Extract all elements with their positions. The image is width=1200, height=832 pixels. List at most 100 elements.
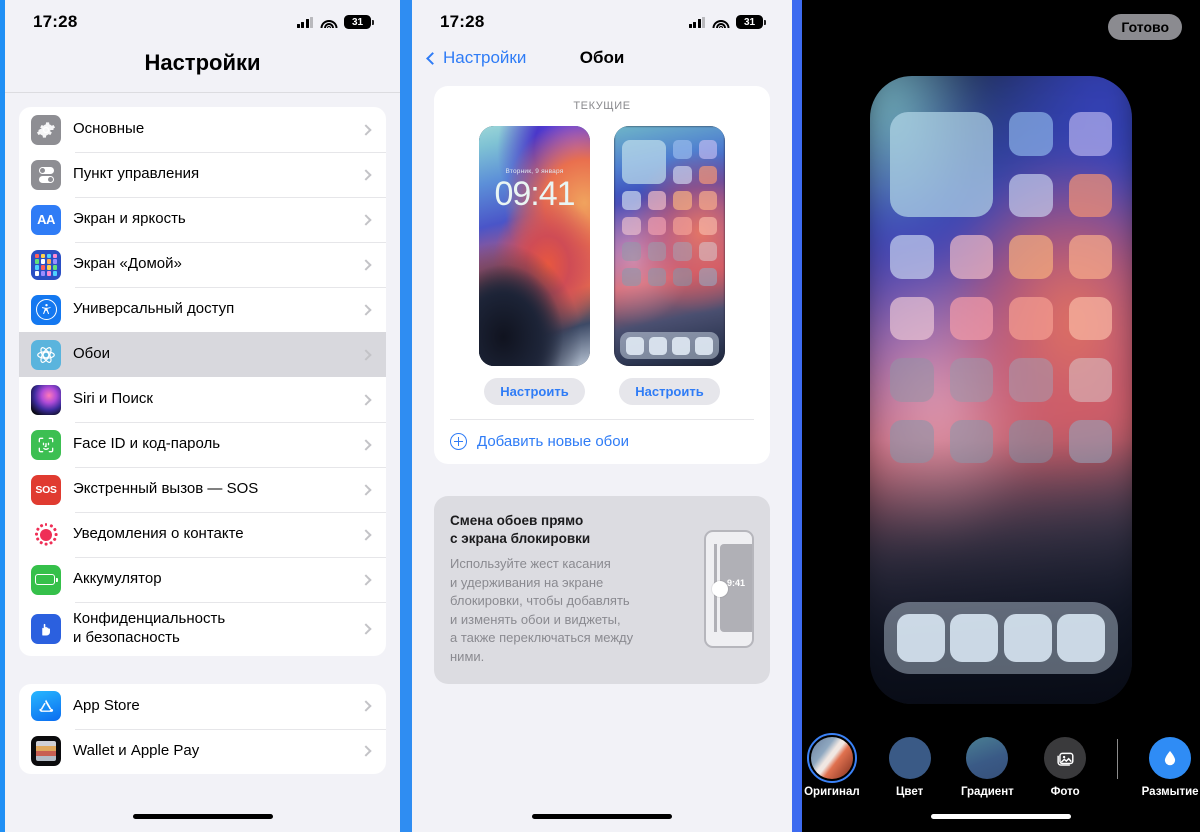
sidebar-item-face-id[interactable]: Face ID и код-пароль	[19, 422, 386, 467]
sidebar-item-general[interactable]: Основные	[19, 107, 386, 152]
sidebar-item-label: Конфиденциальность и безопасность	[73, 610, 226, 646]
contact-notification-icon	[31, 519, 61, 550]
chevron-right-icon	[360, 573, 372, 586]
style-option-label: Фото	[1050, 786, 1080, 798]
gear-icon	[31, 114, 61, 145]
style-option-label: Оригинал	[804, 786, 860, 798]
done-button[interactable]: Готово	[1108, 14, 1182, 40]
tip-text-block: Смена обоев прямо с экрана блокировки Ис…	[450, 512, 694, 666]
settings-group-stores: App Store Wallet и Apple Pay	[19, 683, 386, 774]
home-screen-preview-item: Настроить	[614, 126, 725, 405]
toolbar-separator	[1117, 739, 1119, 779]
sidebar-item-label: Экран и яркость	[73, 210, 186, 228]
status-bar-time: 17:28	[440, 12, 485, 31]
sidebar-item-emergency-sos[interactable]: SOS Экстренный вызов — SOS	[19, 467, 386, 512]
original-swatch-icon	[806, 733, 857, 783]
accessibility-icon	[31, 294, 61, 325]
settings-group-main: Основные Пункт управления AA Экран и ярк…	[19, 107, 386, 656]
plus-circle-icon	[450, 433, 467, 450]
chevron-right-icon	[360, 623, 372, 635]
wallpaper-settings-panel: 17:28 31 Настройки Обои ТЕКУЩИЕ Вторник,…	[412, 0, 792, 832]
lock-screen-date: Вторник, 9 января	[505, 168, 564, 175]
home-screen-dock	[620, 332, 719, 359]
style-option-photo[interactable]: Фото	[1035, 737, 1095, 798]
page-title: Настройки	[144, 50, 261, 75]
chevron-right-icon	[360, 123, 372, 136]
panel-divider-left	[400, 0, 412, 832]
chevron-right-icon	[360, 700, 372, 712]
sidebar-item-siri-search[interactable]: Siri и Поиск	[19, 377, 386, 422]
cellular-signal-icon	[688, 16, 705, 28]
style-option-color[interactable]: Цвет	[880, 737, 940, 798]
sidebar-item-display-brightness[interactable]: AA Экран и яркость	[19, 197, 386, 242]
tip-phone-illustration: 9:41	[704, 530, 754, 649]
sidebar-item-label: Уведомления о контакте	[73, 525, 244, 543]
photos-icon	[1044, 737, 1087, 779]
page-title: Обои	[579, 48, 625, 67]
wallpaper-preview[interactable]	[870, 76, 1132, 704]
cellular-signal-icon	[296, 16, 313, 28]
chevron-right-icon	[360, 393, 372, 406]
status-bar-indicators: 31	[688, 15, 766, 29]
battery-tip-icon	[764, 19, 766, 25]
status-bar-indicators: 31	[296, 15, 374, 29]
screenshot-stage: 17:28 31 Настройки Основные Пункт управл…	[0, 0, 1200, 832]
style-option-label: Размытие	[1141, 786, 1199, 798]
chevron-left-icon	[426, 51, 439, 65]
sidebar-item-battery[interactable]: Аккумулятор	[19, 557, 386, 602]
home-indicator[interactable]	[532, 814, 672, 819]
style-option-blur[interactable]: Размытие	[1140, 737, 1200, 798]
sidebar-item-label: Face ID и код-пароль	[73, 435, 221, 453]
home-indicator[interactable]	[931, 814, 1071, 819]
sidebar-item-control-center[interactable]: Пункт управления	[19, 152, 386, 197]
current-wallpapers-card: ТЕКУЩИЕ Вторник, 9 января 09:41 Настроит…	[434, 86, 770, 464]
sidebar-item-privacy-security[interactable]: Конфиденциальность и безопасность	[19, 602, 386, 656]
sidebar-item-label: Универсальный доступ	[73, 300, 235, 318]
tip-phone-time: 9:41	[726, 578, 745, 589]
sos-icon: SOS	[31, 474, 61, 505]
face-id-icon	[31, 429, 61, 460]
back-button[interactable]: Настройки	[426, 48, 527, 68]
preview-dock	[884, 602, 1118, 674]
sidebar-item-label: Экстренный вызов — SOS	[73, 480, 259, 498]
sidebar-item-accessibility[interactable]: Универсальный доступ	[19, 287, 386, 332]
sidebar-item-contact-notification[interactable]: Уведомления о контакте	[19, 512, 386, 557]
style-option-original[interactable]: Оригинал	[802, 733, 862, 798]
lock-screen-thumbnail[interactable]: Вторник, 9 января 09:41	[479, 126, 590, 366]
sidebar-item-label: Пункт управления	[73, 165, 200, 183]
lock-screen-time: 09:41	[494, 175, 575, 213]
style-option-label: Цвет	[896, 786, 924, 798]
chevron-right-icon	[360, 258, 372, 271]
back-button-label: Настройки	[443, 48, 527, 67]
sidebar-item-wallet-apple-pay[interactable]: Wallet и Apple Pay	[19, 728, 386, 774]
chevron-right-icon	[360, 528, 372, 541]
customize-home-screen-button[interactable]: Настроить	[619, 378, 720, 405]
control-center-icon	[31, 159, 61, 190]
home-screen-app-grid	[622, 140, 717, 286]
home-indicator[interactable]	[132, 814, 273, 819]
battery-level-label: 31	[344, 15, 371, 29]
sidebar-item-app-store[interactable]: App Store	[19, 684, 386, 729]
lock-screen-preview-item: Вторник, 9 января 09:41 Настроить	[479, 126, 590, 405]
customize-lock-screen-button[interactable]: Настроить	[484, 378, 585, 405]
sidebar-item-home-screen[interactable]: Экран «Домой»	[19, 242, 386, 287]
navigation-bar: Настройки Обои	[412, 44, 792, 86]
sidebar-item-wallpaper[interactable]: Обои	[19, 332, 386, 377]
tip-phone-touch-dot	[712, 581, 728, 598]
home-screen-thumbnail[interactable]	[614, 126, 725, 366]
add-new-wallpaper-button[interactable]: Добавить новые обои	[434, 420, 770, 464]
wifi-icon	[712, 16, 729, 28]
blur-droplet-icon	[1149, 737, 1192, 779]
style-option-gradient[interactable]: Градиент	[958, 737, 1018, 798]
app-store-icon	[31, 691, 61, 721]
card-caption: ТЕКУЩИЕ	[573, 100, 631, 112]
status-bar-time: 17:28	[33, 12, 78, 31]
battery-tip-icon	[372, 19, 374, 25]
wifi-icon	[320, 16, 337, 28]
color-swatch-icon	[888, 737, 931, 779]
sidebar-item-label: Wallet и Apple Pay	[73, 741, 200, 759]
siri-icon	[31, 384, 61, 415]
chevron-right-icon	[360, 483, 372, 496]
settings-panel: 17:28 31 Настройки Основные Пункт управл…	[0, 0, 400, 832]
gradient-swatch-icon	[966, 737, 1009, 779]
